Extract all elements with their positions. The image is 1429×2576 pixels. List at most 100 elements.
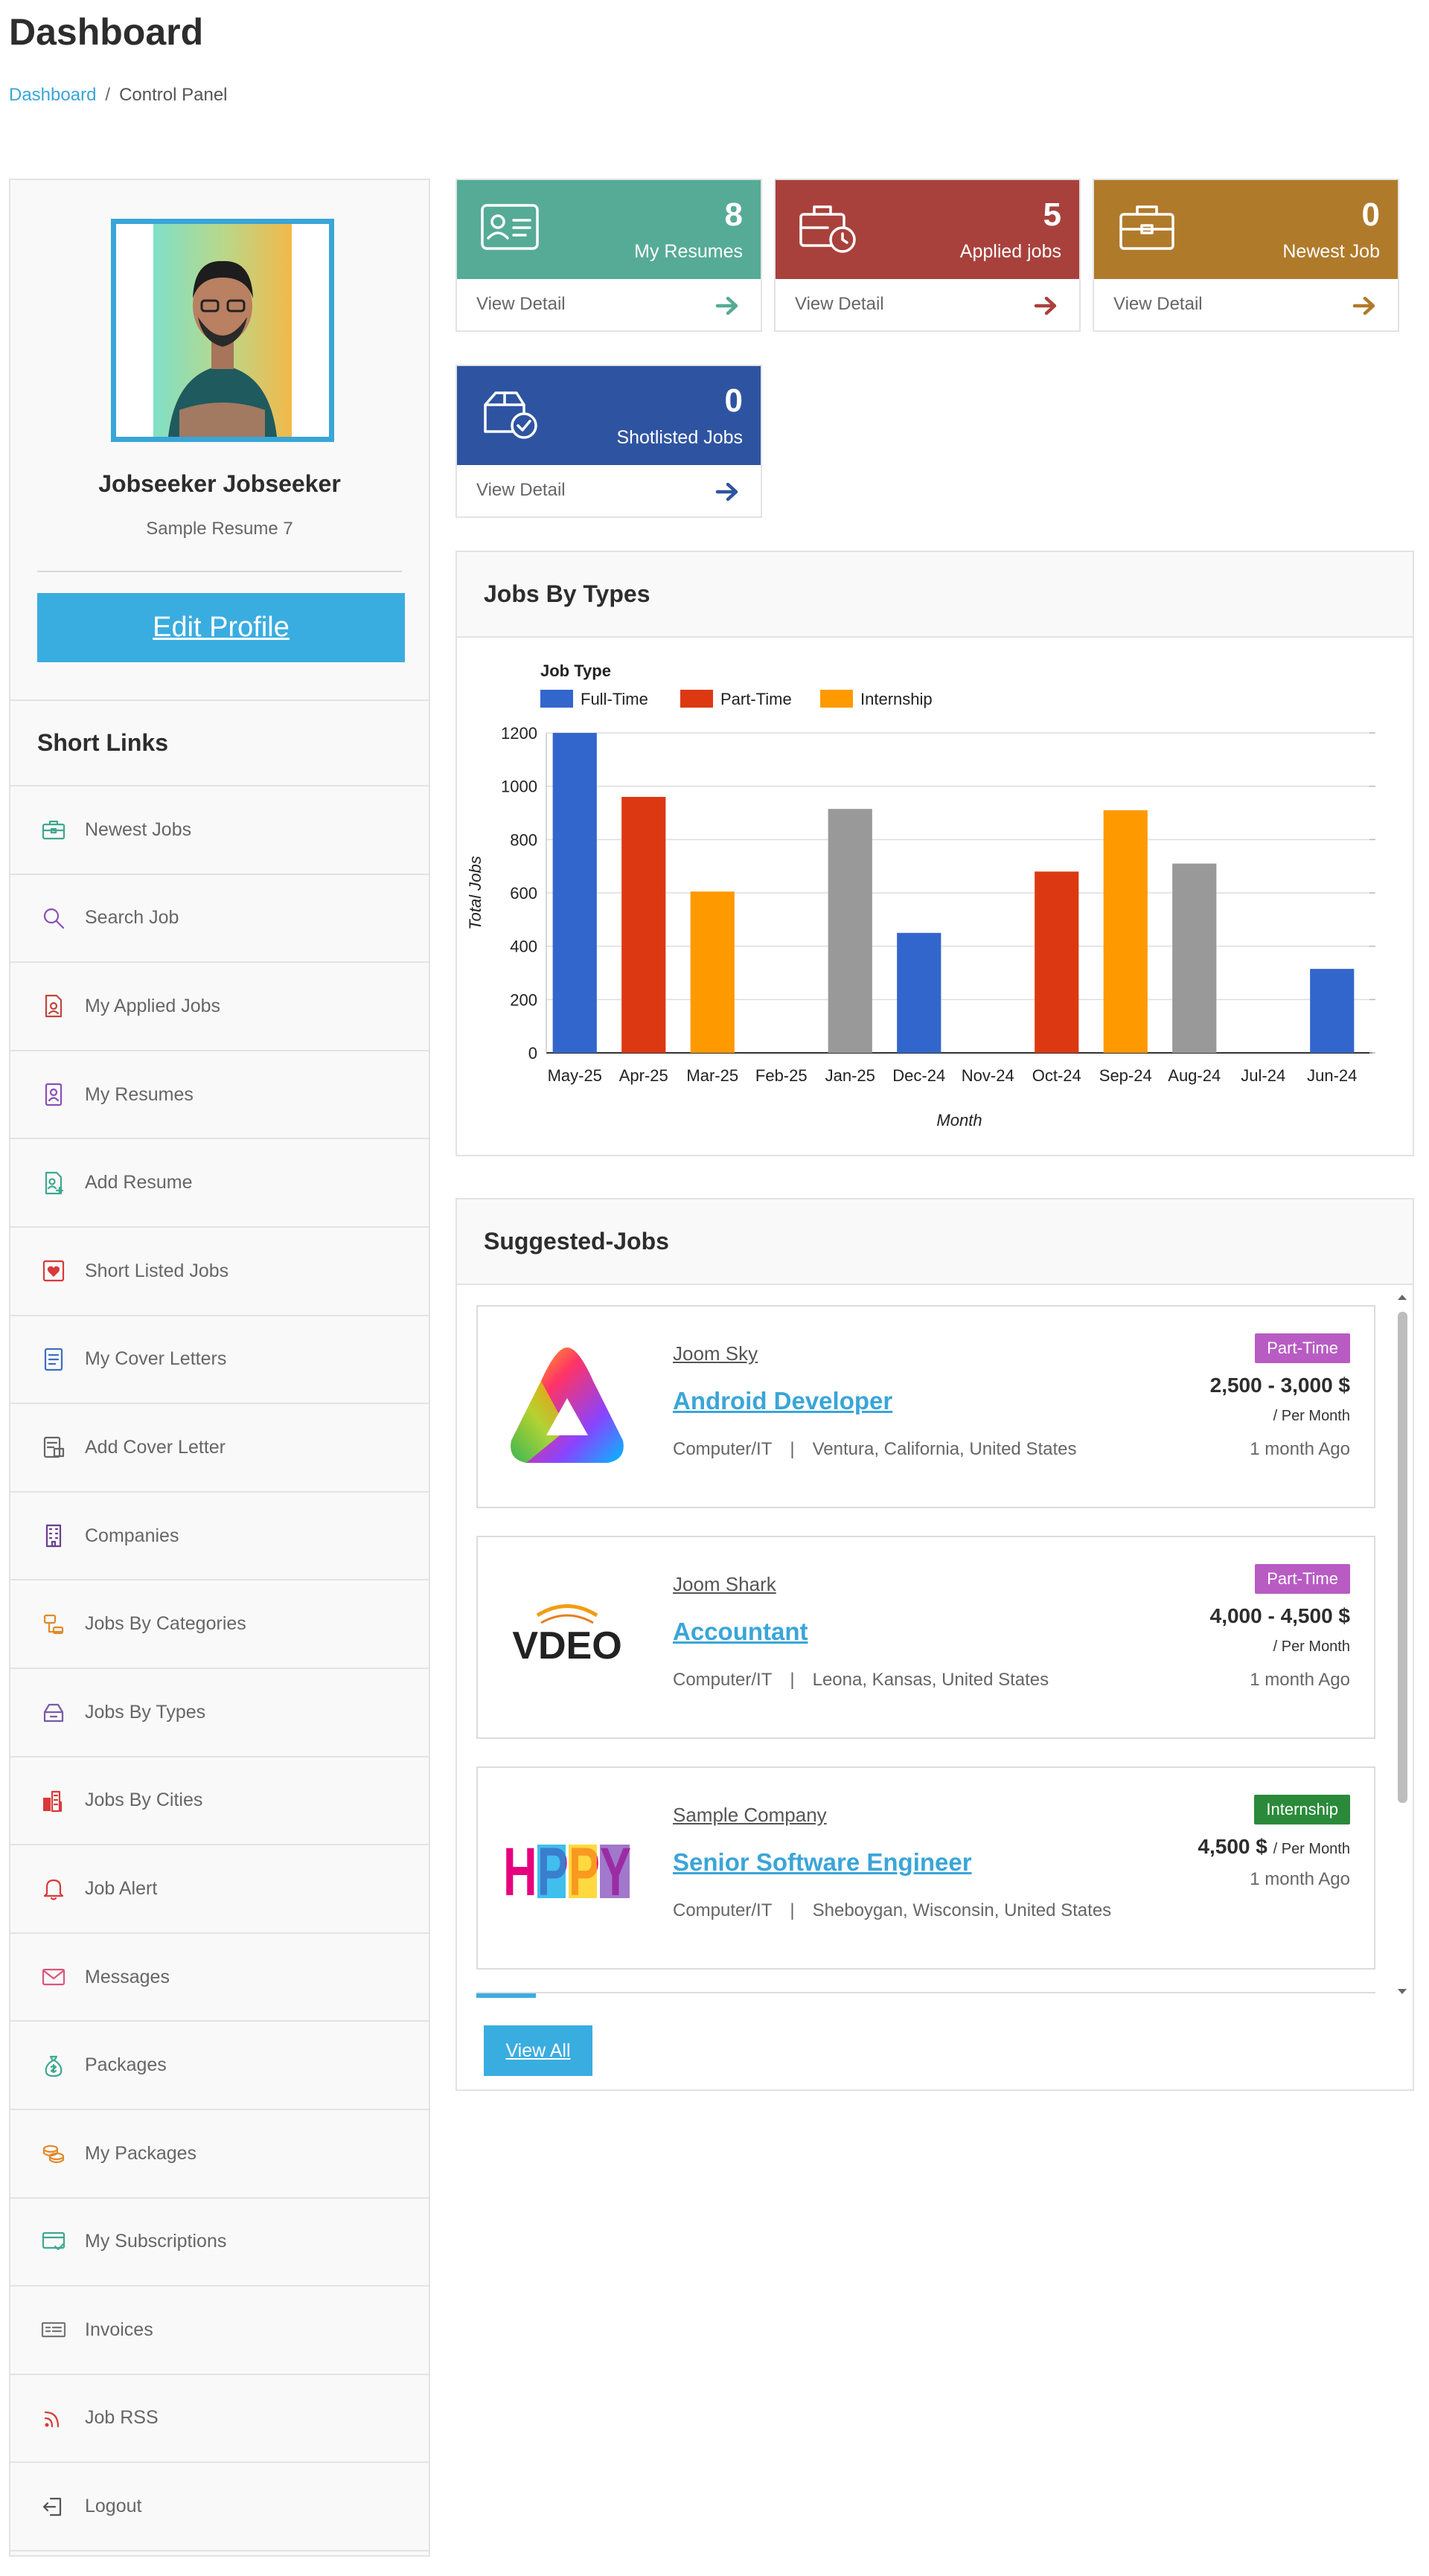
suggested-jobs-title: Suggested-Jobs	[457, 1199, 1413, 1285]
jobs-scrollbar[interactable]	[1395, 1291, 1410, 1998]
sidebar-link-add-cover-letter[interactable]: Add Cover Letter	[10, 1404, 429, 1493]
job-posted-ago: 1 month Ago	[1250, 1670, 1350, 1690]
sidebar-link-add-resume[interactable]: Add Resume	[10, 1139, 429, 1228]
job-location: Ventura, California, United States	[812, 1439, 1077, 1459]
y-tick-label: 600	[510, 884, 537, 903]
subscription-icon	[39, 2227, 68, 2257]
job-company-link[interactable]: Joom Sky	[673, 1342, 758, 1365]
view-detail-link[interactable]: View Detail	[776, 279, 1079, 332]
view-detail-label: View Detail	[476, 294, 566, 314]
y-tick-label: 200	[510, 990, 537, 1009]
view-detail-label: View Detail	[1113, 294, 1203, 314]
sidebar-link-invoices[interactable]: Invoices	[10, 2287, 429, 2375]
x-tick-label: Aug-24	[1168, 1066, 1221, 1085]
stat-card-shotlisted-jobs: 0 Shotlisted Jobs View Detail	[455, 365, 762, 518]
scroll-up-icon[interactable]	[1395, 1291, 1410, 1303]
bar-oct-24	[1035, 871, 1079, 1053]
arrow-right-icon	[1034, 296, 1057, 315]
sidebar-link-my-cover-letters[interactable]: My Cover Letters	[10, 1316, 429, 1405]
stat-card-header: 8 My Resumes	[457, 180, 761, 279]
sidebar-link-label: My Packages	[85, 2142, 197, 2164]
job-company-link[interactable]: Sample Company	[673, 1804, 827, 1827]
scroll-down-icon[interactable]	[1395, 1986, 1410, 1998]
legend-swatch	[680, 690, 713, 708]
job-per-period: / Per Month	[1273, 1841, 1350, 1857]
sidebar-link-search-job[interactable]: Search Job	[10, 875, 429, 964]
stat-card-applied-jobs: 5 Applied jobs View Detail	[774, 179, 1081, 332]
scrollbar-thumb[interactable]	[1398, 1312, 1407, 1803]
stat-card-header: 0 Shotlisted Jobs	[457, 366, 761, 465]
applied-document-icon	[39, 991, 68, 1021]
y-tick-label: 1000	[501, 778, 537, 796]
job-category: Computer/IT	[673, 1900, 773, 1920]
sidebar-link-companies[interactable]: Companies	[10, 1493, 429, 1581]
stat-label: Shotlisted Jobs	[616, 427, 743, 448]
city-icon	[39, 1786, 68, 1816]
briefcase-icon	[1119, 205, 1174, 250]
legend-entry: Internship	[860, 690, 933, 708]
sidebar-link-label: Short Listed Jobs	[85, 1260, 229, 1281]
sidebar-link-label: My Subscriptions	[85, 2231, 227, 2252]
job-company-link[interactable]: Joom Shark	[673, 1573, 776, 1596]
chart-panel-title: Jobs By Types	[457, 552, 1413, 638]
job-location: Sheboygan, Wisconsin, United States	[812, 1900, 1112, 1920]
sidebar-link-label: My Cover Letters	[85, 1348, 227, 1370]
cover-letter-icon	[39, 1345, 68, 1374]
sidebar-link-jobs-by-categories[interactable]: Jobs By Categories	[10, 1580, 429, 1669]
sidebar-link-jobs-by-cities[interactable]: Jobs By Cities	[10, 1758, 429, 1846]
sidebar-link-logout[interactable]: Logout	[10, 2463, 429, 2551]
bar-jun-24	[1310, 969, 1355, 1053]
sidebar-link-label: My Applied Jobs	[85, 995, 221, 1016]
job-salary: 4,500 $ / Per Month	[1198, 1835, 1350, 1859]
x-tick-label: Jan-25	[825, 1066, 875, 1085]
breadcrumb-dashboard-link[interactable]: Dashboard	[9, 85, 96, 105]
view-detail-link[interactable]: View Detail	[1094, 279, 1398, 332]
bar-apr-25	[621, 797, 666, 1053]
sidebar-link-messages[interactable]: Messages	[10, 1934, 429, 2022]
logout-icon	[39, 2492, 68, 2522]
sidebar-link-my-packages[interactable]: My Packages	[10, 2110, 429, 2199]
suggested-jobs-panel: Suggested-Jobs Joom Sky Android Developer…	[455, 1198, 1414, 2091]
sidebar-link-short-listed-jobs[interactable]: Short Listed Jobs	[10, 1228, 429, 1316]
bar-mar-25	[690, 891, 735, 1053]
video-logo[interactable]: VDEO	[500, 1563, 634, 1712]
job-title-link[interactable]: Senior Software Engineer	[673, 1848, 972, 1877]
job-title-link[interactable]: Android Developer	[673, 1387, 892, 1415]
sidebar-link-job-alert[interactable]: Job Alert	[10, 1845, 429, 1934]
job-title-link[interactable]: Accountant	[673, 1618, 808, 1646]
sidebar-link-label: Add Cover Letter	[85, 1436, 226, 1458]
sidebar-link-my-resumes[interactable]: My Resumes	[10, 1051, 429, 1140]
x-axis-label: Month	[936, 1111, 982, 1130]
arrow-right-icon	[1352, 296, 1375, 315]
view-detail-link[interactable]: View Detail	[457, 465, 761, 518]
legend-title: Job Type	[540, 661, 611, 680]
jobs-scroll-area[interactable]: Joom Sky Android Developer Computer/IT | Ven…	[457, 1285, 1413, 2003]
bar-sep-24	[1103, 810, 1148, 1053]
y-tick-label: 1200	[501, 724, 537, 743]
sidebar-link-job-rss[interactable]: Job RSS	[10, 2375, 429, 2464]
job-salary-value: 4,500 $	[1198, 1835, 1267, 1858]
job-meta: Computer/IT | Sheboygan, Wisconsin, United…	[673, 1900, 1111, 1921]
sidebar-link-packages[interactable]: Packages	[10, 2022, 429, 2110]
profile-subtitle: Sample Resume 7	[146, 519, 293, 539]
breadcrumb-current: Control Panel	[119, 85, 228, 105]
sidebar-link-jobs-by-types[interactable]: Jobs By Types	[10, 1669, 429, 1758]
bar-aug-24	[1172, 863, 1217, 1053]
money-bag-icon	[39, 2051, 68, 2080]
job-category: Computer/IT	[673, 1670, 773, 1690]
x-tick-label: Oct-24	[1032, 1066, 1081, 1085]
briefcase-icon	[39, 815, 68, 845]
categories-icon	[39, 1609, 68, 1639]
view-detail-link[interactable]: View Detail	[457, 279, 761, 332]
box-check-icon	[484, 391, 537, 439]
next-job-card-edge	[476, 1992, 1375, 1998]
view-all-button[interactable]: View All	[484, 2025, 592, 2076]
edit-profile-button[interactable]: Edit Profile	[37, 593, 405, 662]
sidebar-link-my-subscriptions[interactable]: My Subscriptions	[10, 2199, 429, 2287]
triangle-logo[interactable]	[500, 1333, 634, 1481]
sidebar-link-newest-jobs[interactable]: Newest Jobs	[10, 786, 429, 875]
video-logo-text: VDEO	[512, 1624, 621, 1667]
sidebar-link-my-applied-jobs[interactable]: My Applied Jobs	[10, 963, 429, 1051]
meta-separator: |	[790, 1439, 795, 1459]
happy-logo[interactable]: HPPY	[500, 1794, 634, 1943]
